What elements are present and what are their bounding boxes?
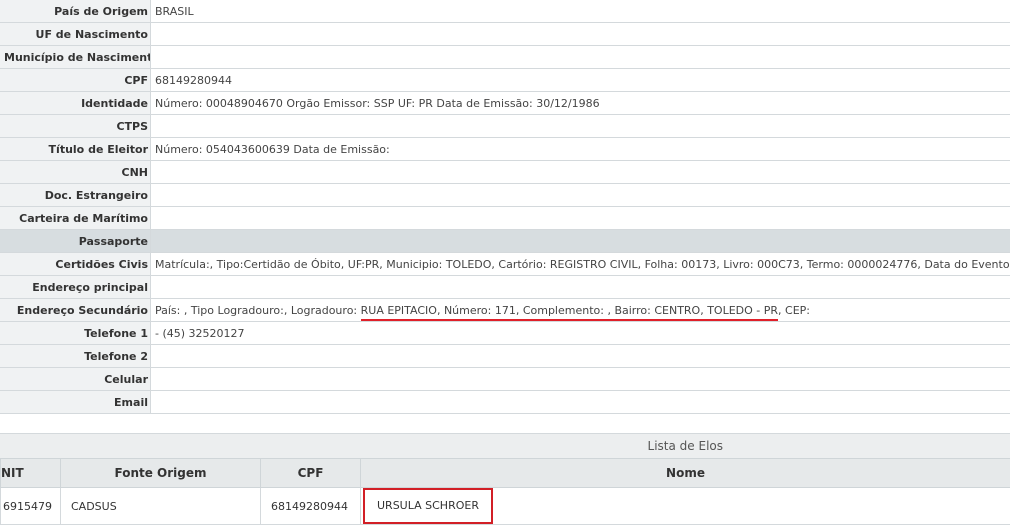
detail-row: CTPS bbox=[0, 115, 1010, 138]
detail-row: País de OrigemBRASIL bbox=[0, 0, 1010, 23]
detail-row-highlighted: Passaporte bbox=[0, 230, 1010, 253]
elos-section: Lista de Elos NIT Fonte Origem CPF Nome … bbox=[0, 433, 1010, 525]
field-label: Endereço Secundário bbox=[0, 299, 151, 322]
field-label: Passaporte bbox=[0, 230, 151, 253]
column-header-fonte-origem[interactable]: Fonte Origem bbox=[61, 459, 261, 488]
field-label: Endereço principal bbox=[0, 276, 151, 299]
section-gap bbox=[0, 414, 1010, 433]
field-value bbox=[151, 161, 1010, 184]
detail-row: Doc. Estrangeiro bbox=[0, 184, 1010, 207]
detail-row: Município de Nascimento bbox=[0, 46, 1010, 69]
cell-fonte-origem: CADSUS bbox=[61, 488, 261, 525]
field-label: CPF bbox=[0, 69, 151, 92]
field-value bbox=[151, 23, 1010, 46]
field-label: CTPS bbox=[0, 115, 151, 138]
field-value bbox=[151, 276, 1010, 299]
field-value-address: País: , Tipo Logradouro:, Logradouro: RU… bbox=[151, 299, 1010, 322]
field-value bbox=[151, 345, 1010, 368]
detail-row: CNH bbox=[0, 161, 1010, 184]
detail-row: Endereço principal bbox=[0, 276, 1010, 299]
detail-row: Certidões CivisMatrícula:, Tipo:Certidão… bbox=[0, 253, 1010, 276]
field-label: Email bbox=[0, 391, 151, 414]
detail-row: Título de EleitorNúmero: 054043600639 Da… bbox=[0, 138, 1010, 161]
field-label: Carteira de Marítimo bbox=[0, 207, 151, 230]
field-value: - (45) 32520127 bbox=[151, 322, 1010, 345]
field-value bbox=[151, 184, 1010, 207]
field-label: Certidões Civis bbox=[0, 253, 151, 276]
field-label: Telefone 2 bbox=[0, 345, 151, 368]
detail-row: Telefone 1- (45) 32520127 bbox=[0, 322, 1010, 345]
field-value: Matrícula:, Tipo:Certidão de Óbito, UF:P… bbox=[151, 253, 1010, 276]
detail-row: UF de Nascimento bbox=[0, 23, 1010, 46]
detail-row: Email bbox=[0, 391, 1010, 414]
field-label: UF de Nascimento bbox=[0, 23, 151, 46]
table-row[interactable]: 6915479 CADSUS 68149280944 URSULA SCHROE… bbox=[1, 488, 1010, 525]
field-label: CNH bbox=[0, 161, 151, 184]
field-value: Número: 00048904670 Orgão Emissor: SSP U… bbox=[151, 92, 1010, 115]
field-value bbox=[151, 230, 1010, 253]
detail-row: IdentidadeNúmero: 00048904670 Orgão Emis… bbox=[0, 92, 1010, 115]
field-value bbox=[151, 207, 1010, 230]
address-suffix: , CEP: bbox=[778, 304, 810, 317]
column-header-cpf[interactable]: CPF bbox=[261, 459, 361, 488]
cell-cpf: 68149280944 bbox=[261, 488, 361, 525]
detail-row: Telefone 2 bbox=[0, 345, 1010, 368]
field-label: Município de Nascimento bbox=[0, 46, 151, 69]
field-value: Número: 054043600639 Data de Emissão: bbox=[151, 138, 1010, 161]
detail-row: Endereço Secundário País: , Tipo Logrado… bbox=[0, 299, 1010, 322]
detail-row: Celular bbox=[0, 368, 1010, 391]
field-value: 68149280944 bbox=[151, 69, 1010, 92]
column-header-nit[interactable]: NIT bbox=[1, 459, 61, 488]
column-header-nome[interactable]: Nome bbox=[361, 459, 1010, 488]
cell-nit: 6915479 bbox=[1, 488, 61, 525]
field-value: BRASIL bbox=[151, 0, 1010, 23]
field-value bbox=[151, 391, 1010, 414]
detail-row: CPF68149280944 bbox=[0, 69, 1010, 92]
person-details-table: País de OrigemBRASIL UF de Nascimento Mu… bbox=[0, 0, 1010, 414]
detail-row: Carteira de Marítimo bbox=[0, 207, 1010, 230]
address-underlined-annotation: RUA EPITACIO, Número: 171, Complemento: … bbox=[361, 304, 778, 321]
field-label: País de Origem bbox=[0, 0, 151, 23]
elos-header-row: NIT Fonte Origem CPF Nome bbox=[1, 459, 1010, 488]
field-value bbox=[151, 115, 1010, 138]
field-value bbox=[151, 46, 1010, 69]
field-label: Identidade bbox=[0, 92, 151, 115]
field-label: Título de Eleitor bbox=[0, 138, 151, 161]
name-boxed-annotation: URSULA SCHROER bbox=[363, 488, 493, 524]
field-label: Telefone 1 bbox=[0, 322, 151, 345]
field-value bbox=[151, 368, 1010, 391]
elos-title: Lista de Elos bbox=[0, 433, 1010, 458]
cell-nome: URSULA SCHROER bbox=[361, 488, 1010, 525]
field-label: Celular bbox=[0, 368, 151, 391]
field-label: Doc. Estrangeiro bbox=[0, 184, 151, 207]
address-prefix: País: , Tipo Logradouro:, Logradouro: bbox=[155, 304, 361, 317]
